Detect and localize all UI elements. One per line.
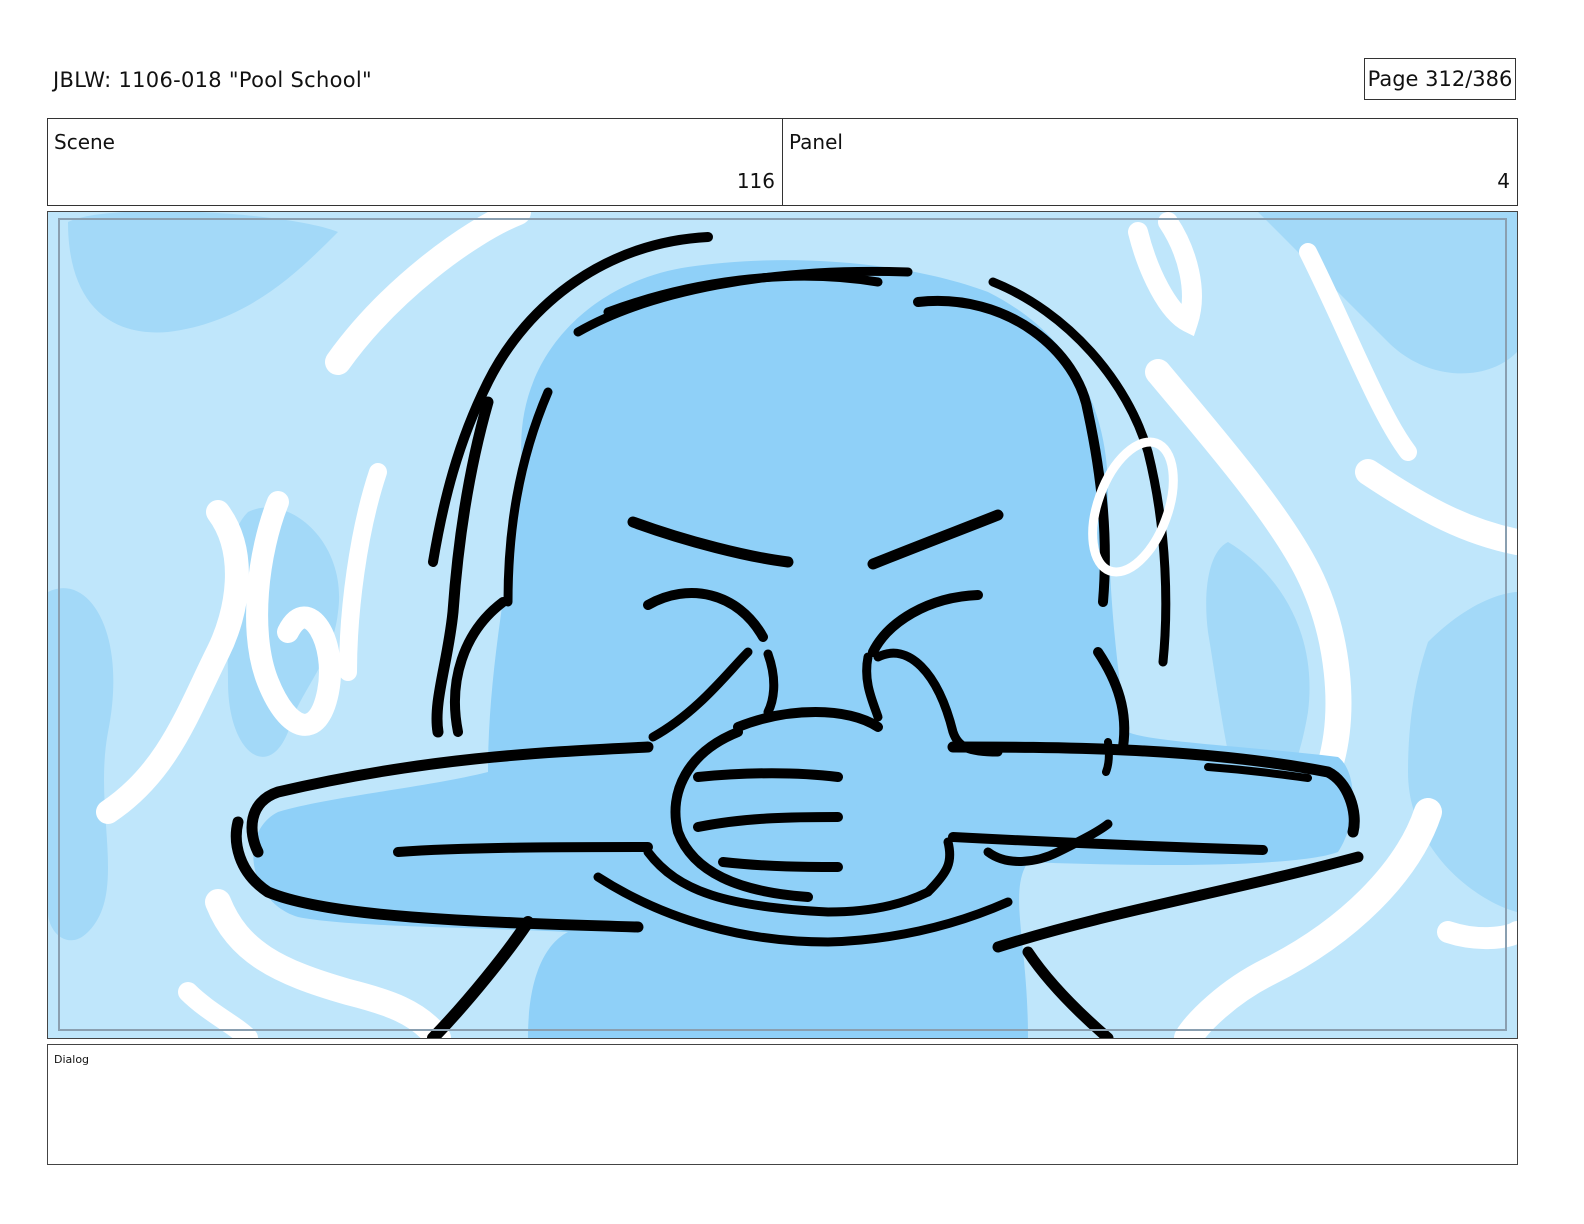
document-title: JBLW: 1106-018 "Pool School" [53, 68, 372, 92]
panel-cell: Panel 4 [783, 119, 1517, 205]
page-number: Page 312/386 [1364, 58, 1516, 100]
dialog-box: Dialog [47, 1044, 1518, 1165]
scene-value: 116 [736, 169, 775, 193]
dialog-label: Dialog [54, 1053, 90, 1066]
scene-label: Scene [54, 130, 115, 154]
scene-cell: Scene 116 [48, 119, 783, 205]
panel-value: 4 [1497, 169, 1510, 193]
panel-label: Panel [789, 130, 843, 154]
storyboard-drawing [48, 212, 1517, 1038]
storyboard-panel-frame [47, 211, 1518, 1039]
scene-panel-info: Scene 116 Panel 4 [47, 118, 1518, 206]
